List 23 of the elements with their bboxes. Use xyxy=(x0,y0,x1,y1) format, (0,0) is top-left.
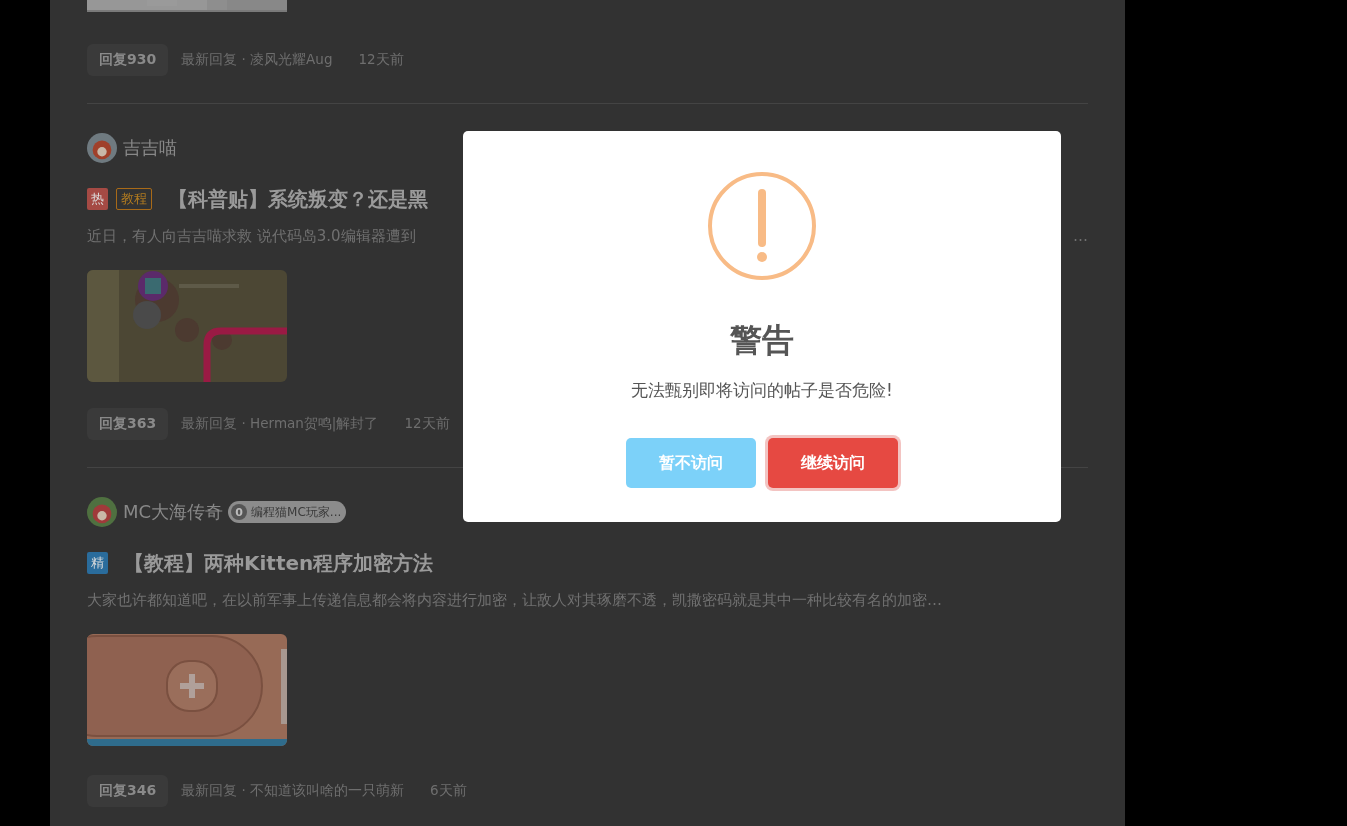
author-name[interactable]: 吉吉喵 xyxy=(123,136,177,160)
post-tag: 热 xyxy=(87,188,108,210)
reply-time: 12天前 xyxy=(404,415,450,433)
post-title[interactable]: 【教程】两种Kitten程序加密方法 xyxy=(124,549,434,577)
reply-time: 6天前 xyxy=(430,782,467,800)
avatar-icon[interactable] xyxy=(87,133,117,163)
reply-count-button[interactable]: 回复363 xyxy=(87,408,169,440)
excerpt-ellipsis: … xyxy=(1073,227,1088,246)
warning-icon xyxy=(707,171,817,281)
dialog-title: 警告 xyxy=(730,320,794,361)
post-tag: 教程 xyxy=(116,188,152,210)
dialog-message: 无法甄别即将访问的帖子是否危险! xyxy=(631,379,893,402)
reply-time: 12天前 xyxy=(358,51,404,69)
reply-count-button[interactable]: 回复346 xyxy=(87,775,169,807)
badge-text: 编程猫MC玩家... xyxy=(251,503,342,521)
confirm-button[interactable]: 继续访问 xyxy=(768,438,898,488)
post-tag: 精 xyxy=(87,552,108,574)
author-name[interactable]: MC大海传奇 xyxy=(123,500,224,524)
reply-count-button[interactable]: 回复930 xyxy=(87,44,169,76)
avatar-icon[interactable] xyxy=(87,497,117,527)
post-title[interactable]: 【科普贴】系统叛变？还是黑 xyxy=(168,185,428,213)
post-excerpt: 近日，有人向吉吉喵求救 说代码岛3.0编辑器遭到 xyxy=(87,227,416,246)
badge-level: 0 xyxy=(231,504,248,520)
